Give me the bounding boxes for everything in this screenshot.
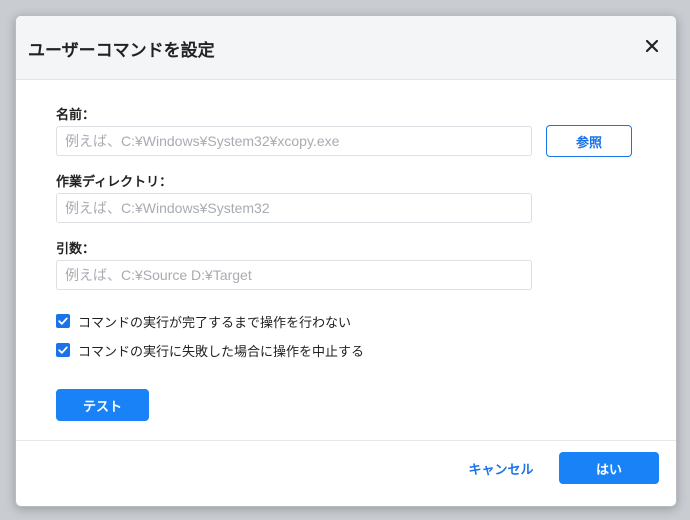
wait-for-completion-option[interactable]: コマンドの実行が完了するまで操作を行わない <box>56 312 352 331</box>
workdir-input[interactable] <box>56 193 532 223</box>
user-command-dialog: ユーザーコマンドを設定 名前： 参照 作業ディレクトリ： 引数： コマンドの実行… <box>15 15 677 507</box>
args-input[interactable] <box>56 260 532 290</box>
abort-on-failure-option[interactable]: コマンドの実行に失敗した場合に操作を中止する <box>56 341 365 360</box>
dialog-header: ユーザーコマンドを設定 <box>16 16 676 80</box>
dialog-title: ユーザーコマンドを設定 <box>28 41 215 61</box>
browse-button[interactable]: 参照 <box>546 125 632 157</box>
wait-for-completion-label: コマンドの実行が完了するまで操作を行わない <box>78 315 352 331</box>
abort-on-failure-label: コマンドの実行に失敗した場合に操作を中止する <box>78 344 365 360</box>
footer-divider <box>16 440 676 441</box>
cancel-button[interactable]: キャンセル <box>456 452 546 484</box>
name-label: 名前： <box>56 108 96 123</box>
close-icon <box>645 39 659 53</box>
wait-for-completion-checkbox[interactable] <box>56 314 70 328</box>
checkmark-icon <box>58 346 68 354</box>
ok-button[interactable]: はい <box>559 452 659 484</box>
name-input[interactable] <box>56 126 532 156</box>
args-label: 引数： <box>56 242 96 257</box>
test-button[interactable]: テスト <box>56 389 149 421</box>
close-button[interactable] <box>640 34 664 58</box>
workdir-label: 作業ディレクトリ： <box>56 175 173 190</box>
abort-on-failure-checkbox[interactable] <box>56 343 70 357</box>
checkmark-icon <box>58 317 68 325</box>
